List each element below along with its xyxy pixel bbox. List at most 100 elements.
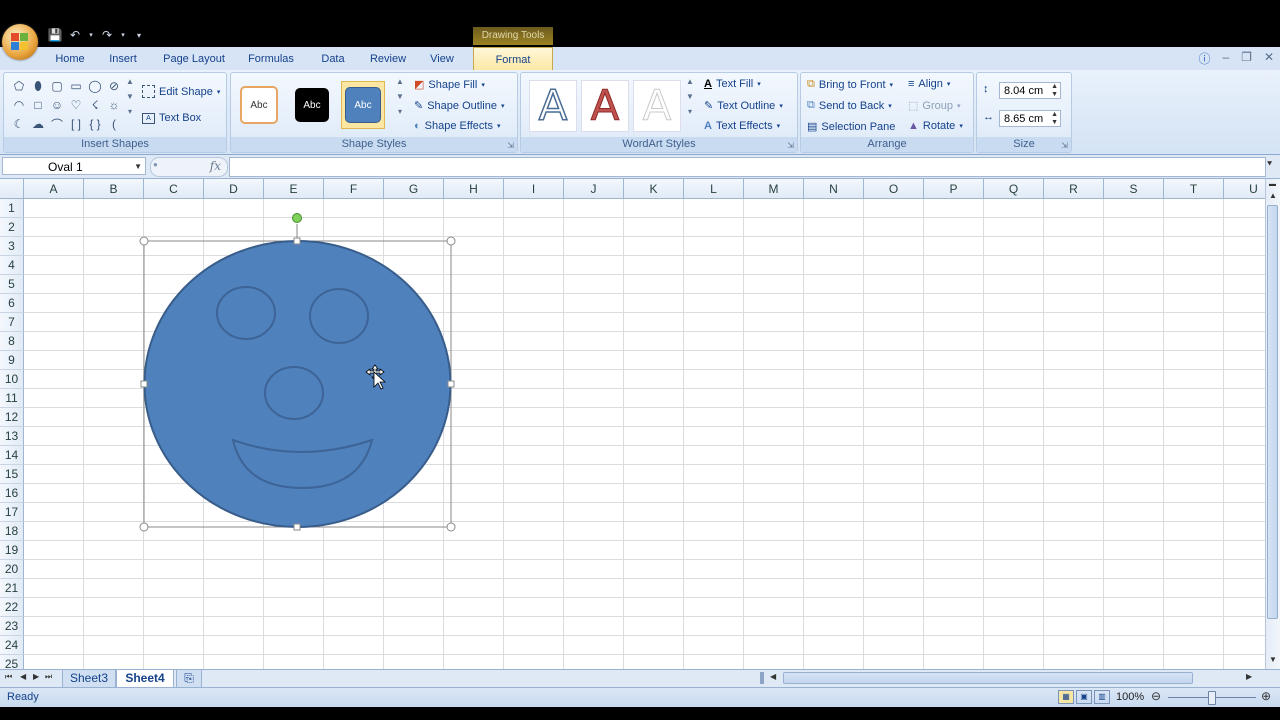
edit-shape-button[interactable]: Edit Shape ▾ (142, 85, 220, 98)
help-icon[interactable]: ⓘ (1198, 50, 1210, 67)
normal-view-icon[interactable]: ▦ (1058, 690, 1074, 704)
scroll-up-icon[interactable]: ▲ (686, 77, 694, 86)
redo-dropdown-icon[interactable]: ▾ (120, 28, 126, 42)
send-to-back-button[interactable]: ⧉ Send to Back ▾ (807, 99, 892, 112)
insert-sheet-icon[interactable]: ⎘ (176, 670, 202, 688)
restore-icon[interactable]: ❐ (1241, 50, 1252, 67)
circle-shape-icon[interactable]: ◯ (88, 79, 102, 93)
rectangle-shape-icon[interactable]: ▭ (69, 79, 83, 93)
tab-insert[interactable]: Insert (100, 47, 146, 70)
insert-function-button[interactable]: fx (210, 159, 221, 173)
undo-dropdown-icon[interactable]: ▾ (88, 28, 94, 42)
smiley-shape-icon[interactable]: ☺ (50, 98, 64, 112)
tab-format[interactable]: Format (473, 47, 553, 71)
fx-icon[interactable]: ● (153, 160, 158, 169)
style-gallery-scroll[interactable]: ▲ ▼ ▾ (396, 77, 404, 116)
text-effects-button[interactable]: A Text Effects ▾ (704, 120, 780, 132)
scroll-up-arrow-icon[interactable]: ▲ (1269, 191, 1277, 200)
zoom-out-icon[interactable]: ⊖ (1151, 689, 1161, 703)
resize-handle-bottom-right[interactable] (446, 522, 456, 532)
gallery-more-icon[interactable]: ▾ (128, 107, 132, 116)
zoom-level[interactable]: 100% (1116, 691, 1144, 703)
spinner-arrows-icon[interactable]: ▲ ▼ (1051, 83, 1058, 99)
last-sheet-icon[interactable]: ⏭ (45, 672, 52, 682)
zoom-slider-thumb[interactable] (1208, 691, 1216, 705)
align-button[interactable]: ≡ Align ▾ (908, 78, 950, 90)
spinner-arrows-icon[interactable]: ▲ ▼ (1051, 111, 1058, 127)
worksheet-grid[interactable]: ABCDEFGHIJKLMNOPQRSTU 1 2 3 4 5 6 7 8 9 10 11 12 13 1… (0, 179, 1265, 669)
resize-handle-top-left[interactable] (139, 236, 149, 246)
tab-split-handle[interactable] (760, 672, 764, 684)
arc-shape-icon[interactable]: ◠ (12, 98, 26, 112)
lightning-shape-icon[interactable]: ☇ (88, 98, 102, 112)
shape-outline-button[interactable]: ✎ Shape Outline ▾ (414, 99, 504, 113)
text-fill-button[interactable]: A Text Fill ▾ (704, 78, 761, 90)
horizontal-scroll-thumb[interactable] (783, 672, 1193, 684)
scroll-down-arrow-icon[interactable]: ▼ (1269, 655, 1277, 664)
dialog-launcher-icon[interactable]: ⇲ (1061, 141, 1068, 150)
resize-handle-bottom-left[interactable] (139, 522, 149, 532)
tab-view[interactable]: View (422, 47, 462, 70)
undo-icon[interactable]: ↶ (68, 28, 82, 42)
resize-handle-right[interactable] (447, 380, 455, 388)
square-shape-icon[interactable]: □ (31, 98, 45, 112)
save-icon[interactable]: 💾 (48, 28, 63, 42)
resize-handle-top-right[interactable] (446, 236, 456, 246)
shape-width-input[interactable]: 8.65 cm ▲ ▼ (999, 110, 1061, 127)
text-box-button[interactable]: A Text Box (142, 112, 201, 124)
shape-effects-button[interactable]: ◐ Shape Effects ▾ (414, 120, 500, 132)
prev-sheet-icon[interactable]: ◀ (20, 672, 26, 681)
can-shape-icon[interactable]: ⬮ (31, 79, 45, 93)
shape-style-orange-outline[interactable]: Abc (237, 81, 281, 129)
dialog-launcher-icon[interactable]: ⇲ (787, 141, 794, 150)
dialog-launcher-icon[interactable]: ⇲ (507, 141, 514, 150)
tab-home[interactable]: Home (48, 47, 92, 70)
scroll-down-icon[interactable]: ▼ (686, 92, 694, 101)
pentagon-shape-icon[interactable]: ⬠ (12, 79, 26, 93)
no-symbol-shape-icon[interactable]: ⊘ (107, 79, 121, 93)
group-button[interactable]: ⬚ Group ▾ (908, 99, 961, 113)
wordart-style-white[interactable]: A (633, 80, 681, 132)
cube-shape-icon[interactable]: ▢ (50, 79, 64, 93)
gallery-more-icon[interactable]: ▾ (398, 107, 402, 116)
cloud-shape-icon[interactable]: ☁ (31, 117, 45, 131)
sheet-tab-sheet4[interactable]: Sheet4 (116, 670, 174, 688)
next-sheet-icon[interactable]: ▶ (33, 672, 39, 681)
shape-height-input[interactable]: 8.04 cm ▲ ▼ (999, 82, 1061, 99)
customize-qat-icon[interactable]: ▾ (132, 28, 146, 42)
name-box[interactable]: Oval 1 ▼ (2, 157, 146, 175)
text-outline-button[interactable]: ✎ Text Outline ▾ (704, 99, 783, 113)
scroll-up-icon[interactable]: ▲ (396, 77, 404, 86)
tab-formulas[interactable]: Formulas (242, 47, 300, 70)
first-sheet-icon[interactable]: ⏮ (5, 672, 12, 682)
shape-style-blue-fill[interactable]: Abc (341, 81, 385, 129)
page-break-view-icon[interactable]: ▥ (1094, 690, 1110, 704)
office-button[interactable] (2, 24, 38, 60)
close-icon[interactable]: ✕ (1264, 50, 1274, 67)
brace-pair-shape-icon[interactable]: { } (88, 117, 102, 131)
shape-style-black-fill[interactable]: Abc (290, 81, 334, 129)
expand-formula-bar-icon[interactable]: ⯆ (1266, 159, 1273, 170)
left-bracket-shape-icon[interactable]: ( (107, 117, 121, 131)
scroll-left-arrow-icon[interactable]: ◀ (770, 672, 776, 681)
minimize-icon[interactable]: – (1222, 50, 1229, 67)
tab-page-layout[interactable]: Page Layout (158, 47, 230, 70)
shape-gallery-scroll[interactable]: ▲ ▼ ▾ (126, 77, 134, 116)
vertical-scroll-thumb[interactable] (1267, 205, 1278, 619)
bracket-pair-shape-icon[interactable]: [ ] (69, 117, 83, 131)
moon-shape-icon[interactable]: ☾ (12, 117, 26, 131)
oval-face-shape[interactable] (143, 240, 452, 528)
resize-handle-top[interactable] (293, 237, 301, 245)
wordart-gallery-scroll[interactable]: ▲ ▼ ▾ (686, 77, 694, 116)
scroll-up-icon[interactable]: ▲ (126, 77, 134, 86)
wordart-style-outline-blue[interactable]: A (529, 80, 577, 132)
sun-shape-icon[interactable]: ☼ (107, 98, 121, 112)
zoom-in-icon[interactable]: ⊕ (1261, 689, 1271, 703)
curve-shape-icon[interactable]: ⌒ (50, 117, 64, 132)
smiley-drawing[interactable] (0, 179, 1265, 669)
tab-data[interactable]: Data (312, 47, 354, 70)
selection-pane-button[interactable]: ▤ Selection Pane (807, 120, 895, 134)
gallery-more-icon[interactable]: ▾ (688, 107, 692, 116)
shape-fill-button[interactable]: ◩ Shape Fill ▾ (414, 78, 485, 92)
rotation-handle[interactable] (292, 213, 302, 223)
